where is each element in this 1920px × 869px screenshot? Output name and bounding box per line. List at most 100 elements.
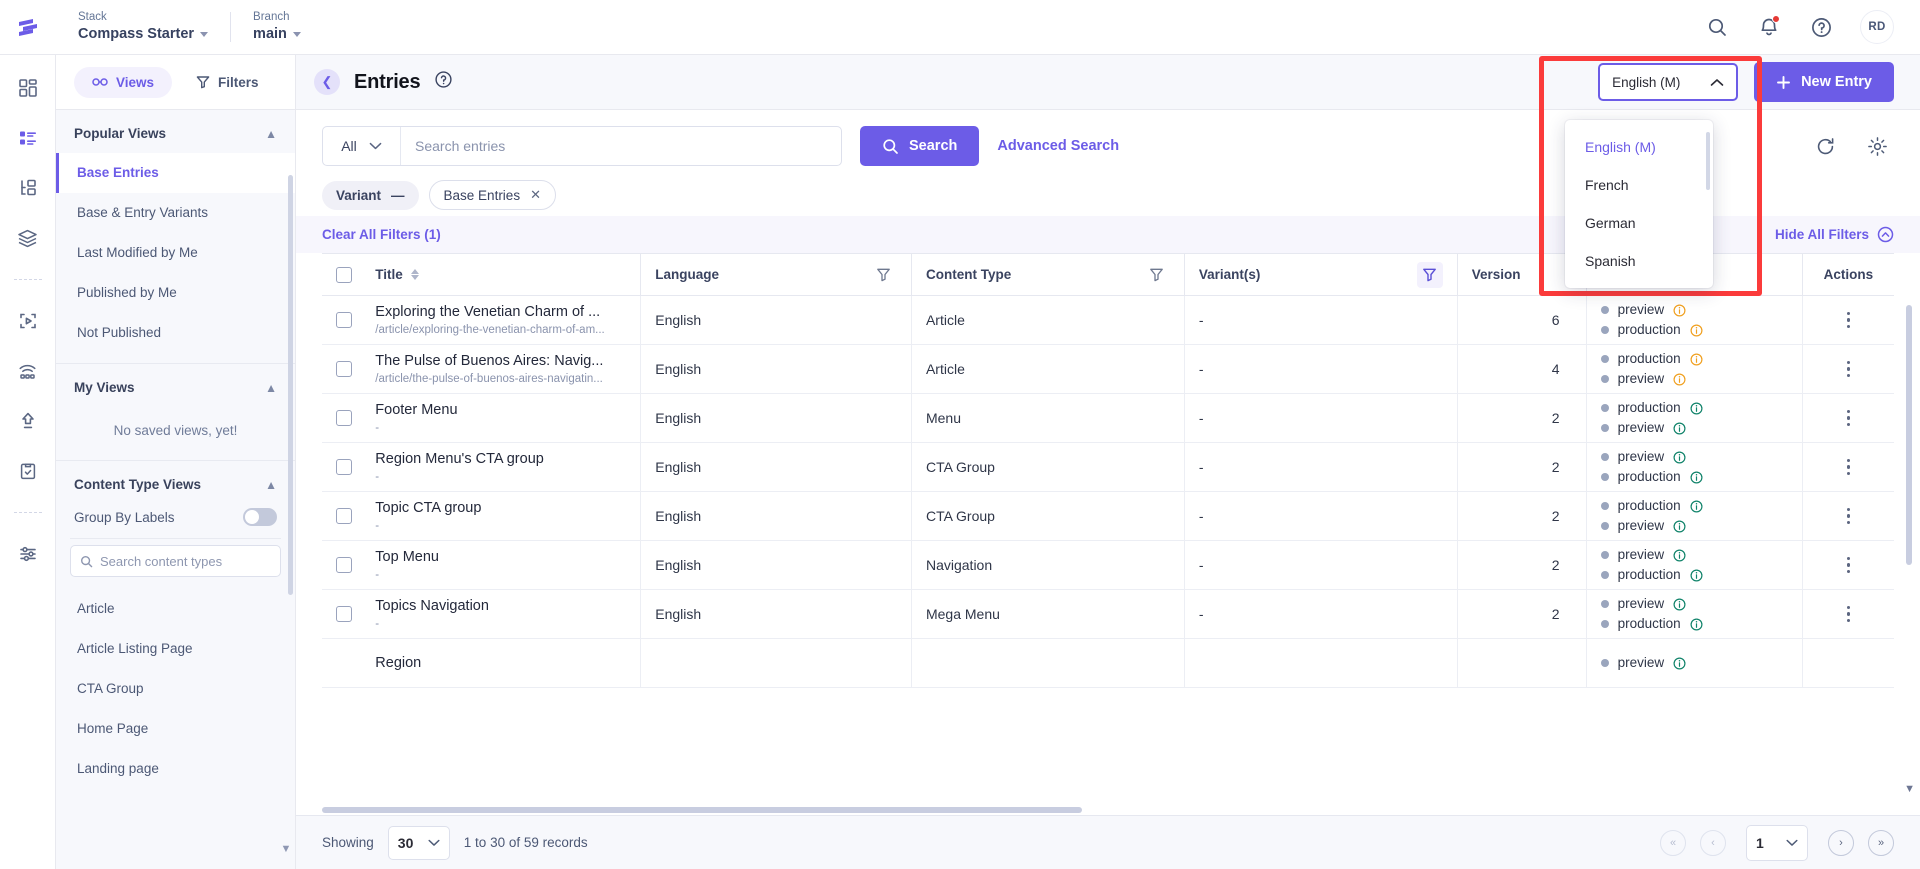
stack-switcher[interactable]: Stack Compass Starter [56, 7, 230, 47]
row-checkbox[interactable] [336, 557, 352, 573]
table-row[interactable]: Exploring the Venetian Charm of ... /arti… [322, 295, 1894, 345]
row-actions-menu-button[interactable] [1817, 556, 1880, 574]
group-by-labels-toggle[interactable] [243, 508, 277, 526]
content-type-item-cta-group[interactable]: CTA Group [56, 669, 295, 709]
row-checkbox[interactable] [336, 361, 352, 377]
cell-title[interactable]: The Pulse of Buenos Aires: Navig... /arti… [361, 344, 641, 394]
table-row[interactable]: Footer Menu - English Menu -2 production previ… [322, 393, 1894, 443]
entries-icon[interactable] [13, 123, 43, 153]
info-icon[interactable] [1690, 401, 1703, 415]
row-actions-menu-button[interactable] [1817, 360, 1880, 378]
cell-title[interactable]: Topics Navigation - [361, 589, 641, 639]
page-size-select[interactable]: 30 [387, 825, 450, 860]
info-icon[interactable] [1673, 656, 1686, 670]
sidebar-item-base-and-entry-variants[interactable]: Base & Entry Variants [56, 193, 295, 233]
clear-all-filters-link[interactable]: Clear All Filters (1) [322, 227, 441, 242]
help-circle-icon[interactable] [434, 70, 453, 94]
live-preview-icon[interactable] [13, 306, 43, 336]
table-row[interactable]: The Pulse of Buenos Aires: Navig... /arti… [322, 344, 1894, 394]
variants-filter-icon[interactable] [1416, 261, 1443, 288]
info-icon[interactable] [1673, 421, 1686, 435]
popular-views-header[interactable]: Popular Views ▲ [56, 110, 295, 153]
branch-switcher[interactable]: Branch main [231, 7, 323, 47]
info-icon[interactable] [1673, 548, 1686, 562]
new-entry-button[interactable]: New Entry [1754, 62, 1894, 102]
row-actions-menu-button[interactable] [1817, 605, 1880, 623]
next-page-button[interactable]: › [1828, 829, 1854, 856]
tab-filters[interactable]: Filters [178, 67, 277, 98]
row-actions-menu-button[interactable] [1817, 311, 1880, 329]
row-actions-menu-button[interactable] [1817, 507, 1880, 525]
table-row[interactable]: Top Menu - English Navigation -2 preview produ… [322, 540, 1894, 590]
cell-title[interactable]: Topic CTA group - [361, 491, 641, 541]
settings-sliders-icon[interactable] [13, 539, 43, 569]
releases-icon[interactable] [13, 356, 43, 386]
table-horizontal-scrollbar[interactable] [322, 807, 1082, 813]
content-type-filter-icon[interactable] [1144, 262, 1170, 288]
last-page-button[interactable]: » [1868, 829, 1894, 856]
table-row[interactable]: Region Menu's CTA group - English CTA Group… [322, 442, 1894, 492]
sidebar-scrollbar[interactable] [288, 175, 293, 595]
row-checkbox[interactable] [336, 459, 352, 475]
close-icon[interactable]: ✕ [530, 187, 541, 203]
language-option-german[interactable]: German [1565, 204, 1713, 242]
select-all-checkbox[interactable] [336, 266, 352, 283]
avatar[interactable]: RD [1860, 10, 1894, 44]
info-icon[interactable] [1673, 303, 1686, 317]
content-type-item-article[interactable]: Article [56, 589, 295, 629]
sidebar-item-not-published[interactable]: Not Published [56, 313, 295, 353]
info-icon[interactable] [1690, 470, 1703, 484]
search-content-types-input[interactable]: Search content types [70, 545, 281, 577]
current-page-select[interactable]: 1 [1746, 824, 1808, 861]
notifications-bell-icon[interactable] [1756, 14, 1782, 40]
table-vertical-scrollbar[interactable] [1906, 305, 1912, 565]
first-page-button[interactable]: « [1660, 829, 1686, 856]
refresh-icon[interactable] [1808, 129, 1842, 163]
search-scope-select[interactable]: All [323, 127, 401, 165]
language-select[interactable]: English (M) [1598, 63, 1739, 101]
cell-title[interactable]: Exploring the Venetian Charm of ... /arti… [361, 295, 641, 345]
content-type-views-header[interactable]: Content Type Views ▲ [56, 461, 295, 504]
sidebar-scroll-down-arrow[interactable]: ▼ [277, 843, 295, 855]
language-option-english[interactable]: English (M) [1565, 128, 1713, 166]
audit-log-icon[interactable] [13, 456, 43, 486]
info-icon[interactable] [1673, 372, 1686, 386]
tab-views[interactable]: Views [74, 66, 173, 98]
info-icon[interactable] [1673, 597, 1686, 611]
row-actions-menu-button[interactable] [1817, 458, 1880, 476]
assets-stack-icon[interactable] [13, 223, 43, 253]
content-models-icon[interactable] [13, 173, 43, 203]
previous-page-button[interactable]: ‹ [1700, 829, 1726, 856]
info-icon[interactable] [1690, 617, 1703, 631]
table-scroll-down-arrow[interactable]: ▼ [1904, 783, 1915, 795]
info-icon[interactable] [1690, 323, 1703, 337]
row-checkbox[interactable] [336, 508, 352, 524]
app-logo[interactable] [0, 14, 56, 40]
gear-icon[interactable] [1860, 129, 1894, 163]
cell-title[interactable]: Region [361, 638, 641, 688]
search-input[interactable] [401, 127, 841, 165]
info-icon[interactable] [1690, 352, 1703, 366]
hide-all-filters-link[interactable]: Hide All Filters [1775, 226, 1894, 243]
filter-chip-value[interactable]: Base Entries ✕ [428, 180, 556, 210]
row-actions-menu-button[interactable] [1817, 409, 1880, 427]
advanced-search-link[interactable]: Advanced Search [997, 138, 1119, 154]
content-type-item-home-page[interactable]: Home Page [56, 709, 295, 749]
info-icon[interactable] [1673, 450, 1686, 464]
sidebar-item-base-entries[interactable]: Base Entries [56, 153, 295, 193]
my-views-header[interactable]: My Views ▲ [56, 364, 295, 407]
column-title[interactable]: Title [361, 253, 641, 296]
content-type-item-article-listing-page[interactable]: Article Listing Page [56, 629, 295, 669]
help-circle-icon[interactable] [1808, 14, 1834, 40]
publish-queue-icon[interactable] [13, 406, 43, 436]
info-icon[interactable] [1690, 499, 1703, 513]
language-option-spanish[interactable]: Spanish [1565, 242, 1713, 280]
info-icon[interactable] [1690, 568, 1703, 582]
chevron-left-icon[interactable]: ❮ [314, 69, 340, 95]
row-checkbox[interactable] [336, 410, 352, 426]
search-icon[interactable] [1704, 14, 1730, 40]
dashboard-icon[interactable] [13, 73, 43, 103]
row-checkbox[interactable] [336, 606, 352, 622]
language-menu-scrollbar[interactable] [1706, 132, 1710, 190]
info-icon[interactable] [1673, 519, 1686, 533]
